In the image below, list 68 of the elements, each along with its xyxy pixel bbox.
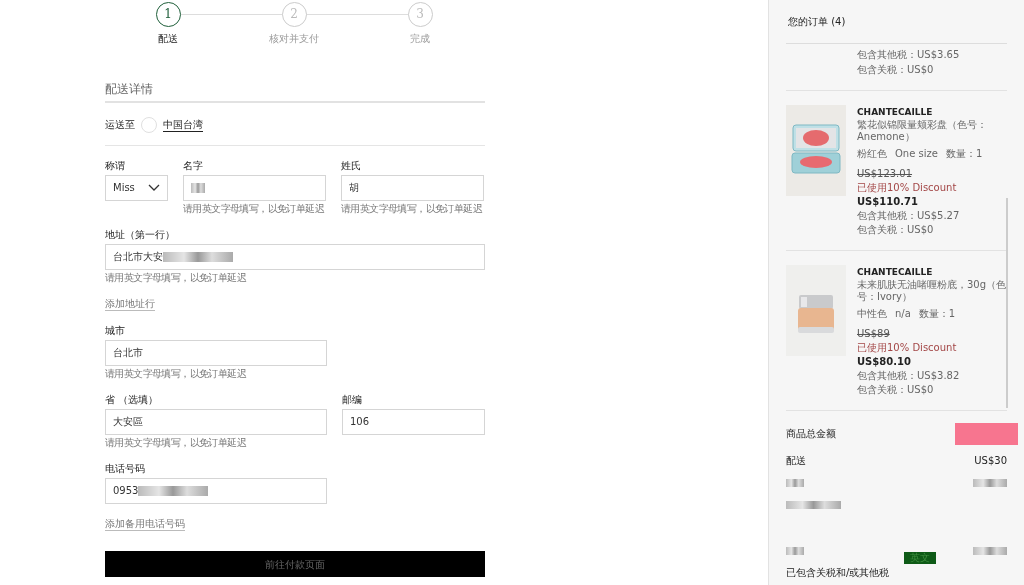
- chevron-down-icon: [148, 184, 160, 193]
- summary-label: 已包含关税和/或其他税: [786, 566, 890, 579]
- field-value: 台北市大安: [113, 251, 163, 264]
- field-hint: 请用英文字母填写，以免订单延迟: [105, 437, 247, 450]
- step-circle: 1: [155, 2, 181, 27]
- variant-color: 粉红色: [857, 147, 887, 160]
- field-hint: 请用英文字母填写，以免订单延迟: [105, 272, 247, 285]
- variant-color: 中性色: [857, 307, 887, 320]
- field-label: 称谓: [105, 160, 126, 173]
- tax-line: 包含关税：US$0: [857, 64, 935, 76]
- brand-name: CHANTECAILLE: [857, 107, 934, 118]
- step-label: 配送: [158, 33, 178, 45]
- field-hint: 请用英文字母填写，以免订单延迟: [105, 368, 247, 381]
- field-hint: 请用英文字母填写，以免订单延迟: [341, 203, 483, 216]
- step-circle: 2: [281, 2, 307, 27]
- field-value: 大安區: [113, 416, 143, 429]
- field-hint: 请用英文字母填写，以免订单延迟: [183, 203, 325, 216]
- select-value: Miss: [113, 182, 135, 195]
- step-circle: 3: [407, 2, 433, 27]
- tax-line: 包含关税：US$0: [857, 223, 935, 236]
- original-price: US$123.01: [857, 167, 914, 180]
- tax-line: 包含其他税：US$5.27: [857, 209, 961, 222]
- input-field[interactable]: [183, 175, 326, 202]
- input-field[interactable]: 106: [342, 409, 485, 436]
- field-value: 106: [350, 416, 370, 429]
- product-name: 繁花似锦限量颊彩盘（色号：Anemone）: [857, 118, 988, 143]
- submit-button[interactable]: 前往付款页面: [105, 551, 485, 578]
- summary-value: US$30: [974, 454, 1007, 467]
- field-label: 城市: [105, 325, 126, 338]
- discount-note: 已使用10% Discount: [857, 181, 958, 194]
- price: US$80.10: [857, 355, 912, 368]
- product-name: 未来肌肤无油啫喱粉底，30g（色号：Ivory）: [857, 278, 1007, 303]
- ship-to-label: 运送至: [105, 119, 135, 132]
- select-field[interactable]: Miss: [105, 175, 168, 202]
- input-field[interactable]: 台北市: [105, 340, 327, 367]
- field-label: 省 （选填）: [105, 394, 160, 407]
- input-field[interactable]: 0953: [105, 478, 327, 505]
- price: US$110.71: [857, 195, 919, 208]
- section-title: 配送详情: [105, 82, 485, 104]
- field-label: 姓氏: [341, 160, 362, 173]
- field-label: 邮编: [342, 394, 363, 407]
- order-title: 您的订单 (4): [788, 15, 846, 28]
- input-field[interactable]: 台北市大安: [105, 244, 485, 271]
- input-field[interactable]: 胡: [341, 175, 484, 202]
- field-value: 0953: [113, 485, 139, 498]
- tax-line: 包含关税：US$0: [857, 383, 935, 396]
- variant-size: n/a: [895, 307, 911, 320]
- quantity: 数量：1: [918, 307, 956, 320]
- tax-line: 包含其他税：US$3.65: [857, 49, 961, 61]
- field-label: 地址（第一行）: [105, 229, 176, 242]
- step-label: 核对并支付: [269, 33, 319, 45]
- variant-size: One size: [895, 147, 938, 160]
- brand-name: CHANTECAILLE: [857, 266, 934, 278]
- summary-label: 商品总金额: [786, 427, 836, 440]
- add-link[interactable]: 添加备用电话号码: [105, 518, 185, 532]
- discount-note: 已使用10% Discount: [857, 341, 958, 354]
- field-label: 电话号码: [105, 463, 146, 476]
- tax-line: 包含其他税：US$3.82: [857, 369, 961, 382]
- summary-label: 配送: [786, 454, 806, 467]
- field-label: 名字: [183, 160, 204, 173]
- original-price: US$89: [857, 327, 891, 340]
- add-link[interactable]: 添加地址行: [105, 298, 155, 312]
- country-link[interactable]: 中国台湾: [163, 118, 203, 132]
- input-field[interactable]: 大安區: [105, 409, 327, 436]
- step-label: 完成: [410, 33, 430, 45]
- field-value: 胡: [349, 182, 359, 195]
- field-value: 台北市: [113, 347, 143, 360]
- quantity: 数量：1: [945, 147, 983, 160]
